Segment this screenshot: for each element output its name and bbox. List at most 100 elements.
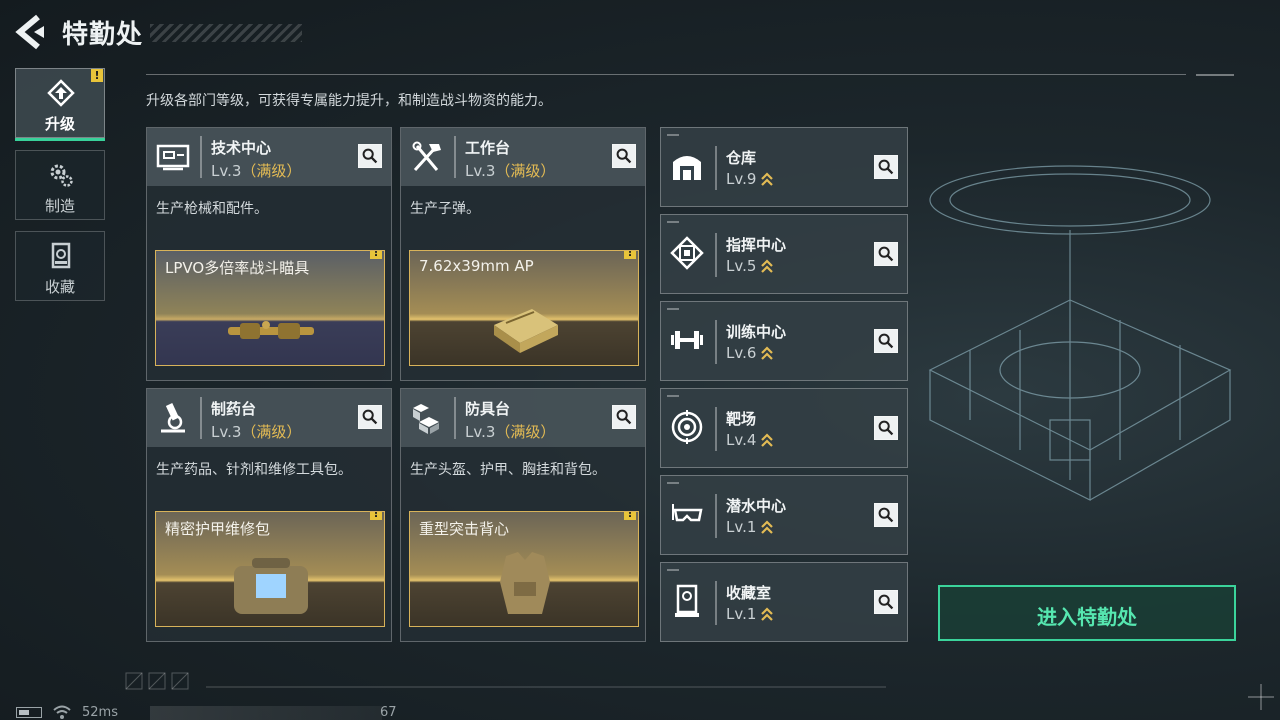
separator	[454, 397, 456, 439]
facility-training-center[interactable]: 训练中心 Lv.6	[660, 301, 908, 381]
dept-level: Lv.3（满级）	[211, 421, 301, 442]
rank-chevron-icon	[761, 519, 774, 534]
ammo-box-image	[494, 309, 558, 353]
product-slot[interactable]: LPVO多倍率战斗瞄具 !	[155, 250, 385, 366]
separator	[715, 320, 717, 364]
warning-badge: !	[370, 251, 382, 259]
max-level-label: （满级）	[495, 162, 556, 180]
dive-mask-icon	[672, 504, 703, 522]
inspect-button[interactable]	[612, 405, 636, 429]
dept-description: 生产子弹。	[410, 201, 480, 217]
facility-warehouse[interactable]: 仓库 Lv.9	[660, 127, 908, 207]
dept-card-header: 制药台 Lv.3（满级）	[147, 389, 391, 447]
inspect-button[interactable]	[874, 503, 898, 527]
back-button[interactable]	[14, 14, 48, 50]
target-icon	[671, 410, 703, 444]
max-level-label: （满级）	[241, 423, 302, 441]
level-value: Lv.3	[211, 162, 242, 180]
separator	[200, 397, 202, 439]
dept-name: 制药台	[211, 400, 257, 418]
dept-description: 生产头盔、护甲、胸挂和背包。	[410, 462, 606, 478]
scope-item-image	[228, 321, 314, 339]
level-value: Lv.3	[211, 423, 242, 441]
product-slot[interactable]: 精密护甲维修包 !	[155, 511, 385, 627]
inspect-button[interactable]	[874, 242, 898, 266]
level-value: Lv.6	[726, 344, 757, 362]
workbench-tools-icon	[412, 141, 441, 172]
facility-level: Lv.4	[726, 431, 774, 450]
facility-dive-center[interactable]: 潜水中心 Lv.1	[660, 475, 908, 555]
facility-level: Lv.1	[726, 605, 774, 624]
dept-card-pharmacy: 制药台 Lv.3（满级） 生产药品、针剂和维修工具包。 精密护甲维修包 !	[146, 388, 392, 642]
product-name: 重型突击背心	[419, 520, 510, 538]
facility-level: Lv.9	[726, 170, 774, 189]
tab-upgrade[interactable]: 升级 !	[15, 68, 105, 141]
warning-badge: !	[624, 512, 636, 520]
facility-name: 指挥中心	[726, 236, 787, 254]
inspect-button[interactable]	[358, 144, 382, 168]
dept-level: Lv.3（满级）	[211, 160, 301, 181]
rank-chevron-icon	[761, 606, 774, 621]
facility-level: Lv.6	[726, 344, 774, 363]
facility-shooting-range[interactable]: 靶场 Lv.4	[660, 388, 908, 468]
level-value: Lv.3	[465, 423, 496, 441]
facility-name: 靶场	[726, 410, 757, 428]
collection-icon	[51, 242, 71, 269]
inspect-button[interactable]	[358, 405, 382, 429]
deco-line	[206, 686, 886, 688]
dept-card-tech-center: 技术中心 Lv.3（满级） 生产枪械和配件。 LPVO多倍率战斗瞄具 !	[146, 127, 392, 381]
building-wireframe-illustration	[928, 165, 1232, 501]
inspect-button[interactable]	[874, 155, 898, 179]
level-value: Lv.1	[726, 605, 757, 623]
wifi-icon	[53, 705, 71, 719]
dept-name: 技术中心	[211, 139, 272, 157]
title-stripes-decoration	[150, 24, 302, 42]
facility-name: 收藏室	[726, 584, 772, 602]
rank-chevron-icon	[761, 258, 774, 273]
level-value: Lv.3	[465, 162, 496, 180]
dept-card-header: 技术中心 Lv.3（满级）	[147, 128, 391, 186]
inspect-button[interactable]	[612, 144, 636, 168]
product-slot[interactable]: 7.62x39mm AP !	[409, 250, 639, 366]
page-description: 升级各部门等级，可获得专属能力提升，和制造战斗物资的能力。	[146, 93, 552, 109]
separator	[715, 494, 717, 538]
rank-chevron-icon	[761, 345, 774, 360]
repair-kit-image	[234, 558, 308, 614]
separator	[715, 233, 717, 277]
tab-upgrade-label: 升级	[44, 115, 75, 133]
dumbbell-icon	[671, 331, 703, 349]
tab-collection[interactable]: 收藏	[15, 231, 105, 301]
separator	[454, 136, 456, 178]
command-chip-icon	[670, 236, 704, 270]
dept-card-workbench: 工作台 Lv.3（满级） 生产子弹。 7.62x39mm AP !	[400, 127, 646, 381]
inspect-button[interactable]	[874, 416, 898, 440]
level-value: Lv.9	[726, 170, 757, 188]
tab-craft[interactable]: 制造	[15, 150, 105, 220]
tech-center-icon	[156, 144, 190, 171]
max-level-label: （满级）	[495, 423, 556, 441]
facility-command-center[interactable]: 指挥中心 Lv.5	[660, 214, 908, 294]
product-slot[interactable]: 重型突击背心 !	[409, 511, 639, 627]
warning-badge: !	[91, 69, 103, 82]
inspect-button[interactable]	[874, 329, 898, 353]
warning-badge: !	[624, 251, 636, 259]
dept-level: Lv.3（满级）	[465, 160, 555, 181]
separator	[715, 146, 717, 190]
assault-vest-image	[500, 552, 550, 614]
dept-card-header: 防具台 Lv.3（满级）	[401, 389, 645, 447]
separator	[715, 581, 717, 625]
level-value: Lv.1	[726, 518, 757, 536]
tab-craft-label: 制造	[44, 197, 75, 215]
level-value: Lv.5	[726, 257, 757, 275]
facility-collection-room[interactable]: 收藏室 Lv.1	[660, 562, 908, 642]
deco-squares	[125, 672, 189, 690]
dept-name: 防具台	[465, 400, 511, 418]
collection-room-icon	[675, 584, 699, 617]
inspect-button[interactable]	[874, 590, 898, 614]
upgrade-icon	[47, 79, 75, 107]
dept-name: 工作台	[465, 139, 511, 157]
enter-special-ops-button[interactable]: 进入特勤处	[938, 585, 1236, 641]
ping-readout: 52ms	[82, 705, 118, 720]
divider-end	[1196, 74, 1234, 76]
page-title: 特勤处	[62, 20, 144, 50]
